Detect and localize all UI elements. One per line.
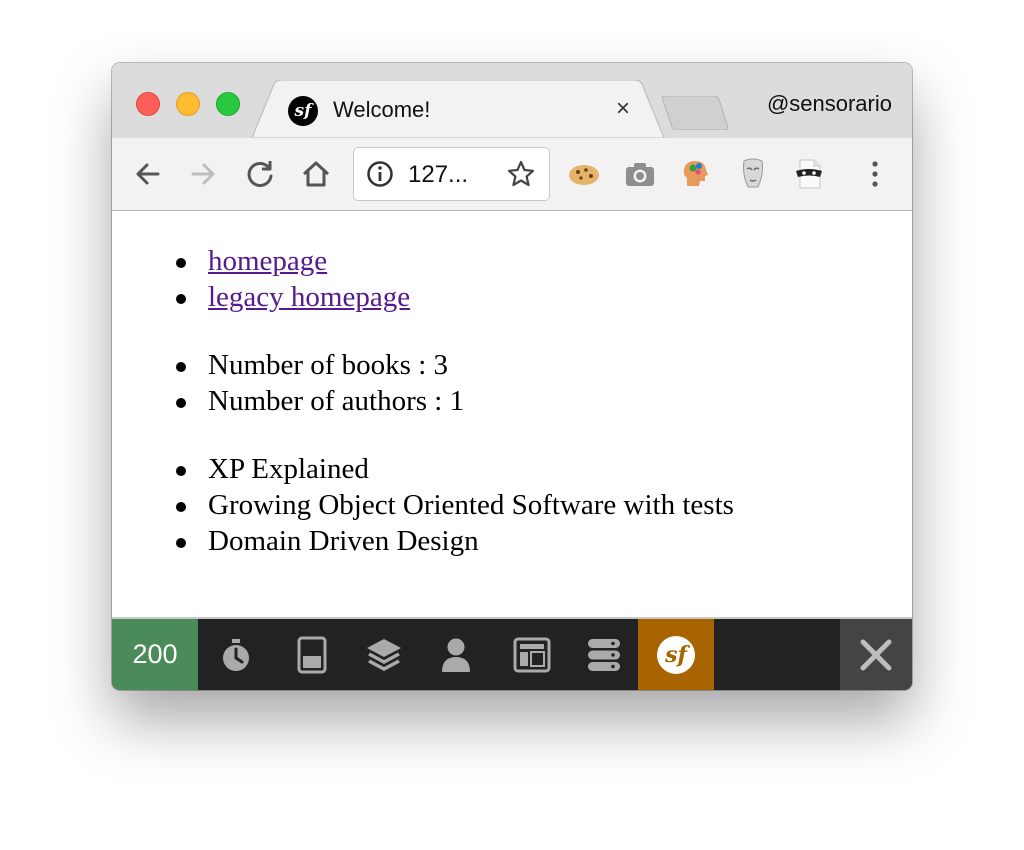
page-content: homepage legacy homepage Number of books… — [112, 211, 912, 617]
database-panel[interactable] — [568, 619, 640, 690]
database-icon — [588, 638, 620, 671]
symfony-panel[interactable]: sf — [638, 619, 714, 690]
homepage-link[interactable]: homepage — [208, 245, 327, 277]
timer-panel[interactable] — [200, 619, 272, 690]
layout-panel[interactable] — [496, 619, 568, 690]
browser-window: sf Welcome! × @sensorario 127... homepag… — [112, 63, 912, 690]
status-code-badge[interactable]: 200 — [112, 619, 198, 690]
back-arrow-icon[interactable] — [131, 157, 165, 191]
forward-arrow-icon[interactable] — [186, 157, 220, 191]
address-bar[interactable]: 127... — [353, 147, 550, 201]
book-item: Domain Driven Design — [174, 523, 734, 559]
more-options-icon[interactable] — [867, 156, 883, 192]
debug-toolbar: 200 sf — [112, 617, 912, 690]
debug-toolbar-close-button[interactable] — [840, 619, 912, 690]
layout-icon — [513, 637, 551, 672]
cookie-icon[interactable] — [566, 156, 602, 192]
nav-link-list: homepage legacy homepage — [174, 243, 410, 315]
layers-panel[interactable] — [348, 619, 420, 690]
layers-icon — [367, 638, 401, 671]
info-icon[interactable] — [366, 160, 394, 188]
profile-name[interactable]: @sensorario — [767, 91, 892, 117]
minimize-window-button[interactable] — [176, 92, 200, 116]
memory-icon — [297, 636, 327, 673]
reload-icon[interactable] — [243, 157, 277, 191]
symfony-icon: sf — [288, 96, 318, 126]
browser-toolbar: 127... — [112, 138, 912, 211]
stats-list: Number of books : 3 Number of authors : … — [174, 347, 464, 419]
symfony-icon: sf — [657, 636, 695, 674]
bandit-mask-icon[interactable] — [791, 156, 827, 192]
tab-title: Welcome! — [333, 97, 431, 122]
head-gears-icon[interactable] — [678, 156, 714, 192]
books-count: Number of books : 3 — [174, 347, 464, 383]
book-item: Growing Object Oriented Software with te… — [174, 487, 734, 523]
user-panel[interactable] — [420, 619, 492, 690]
close-window-button[interactable] — [136, 92, 160, 116]
bookmark-star-icon[interactable] — [506, 159, 536, 189]
book-item: XP Explained — [174, 451, 734, 487]
mask-icon[interactable] — [735, 156, 771, 192]
user-icon — [442, 638, 470, 672]
authors-count: Number of authors : 1 — [174, 383, 464, 419]
camera-icon[interactable] — [622, 156, 658, 192]
tab-close-button[interactable]: × — [616, 97, 630, 121]
timer-icon — [223, 638, 249, 671]
list-item: legacy homepage — [174, 279, 410, 315]
url-text[interactable]: 127... — [408, 161, 468, 189]
legacy-homepage-link[interactable]: legacy homepage — [208, 281, 410, 313]
zoom-window-button[interactable] — [216, 92, 240, 116]
book-list: XP Explained Growing Object Oriented Sof… — [174, 451, 734, 559]
list-item: homepage — [174, 243, 410, 279]
home-icon[interactable] — [299, 157, 333, 191]
title-bar: sf Welcome! × @sensorario — [112, 63, 912, 138]
close-icon — [860, 639, 892, 671]
memory-panel[interactable] — [276, 619, 348, 690]
new-tab-button[interactable] — [662, 96, 728, 130]
